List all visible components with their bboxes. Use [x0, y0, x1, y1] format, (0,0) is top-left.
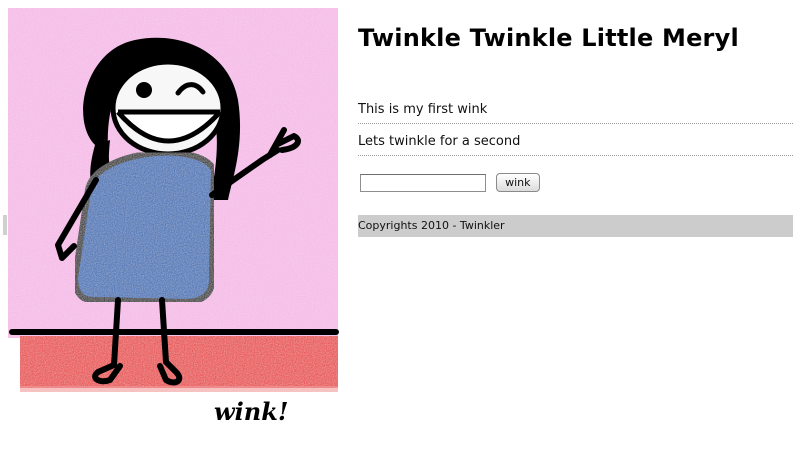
main-content: Twinkle Twinkle Little Meryl This is my … [358, 0, 793, 445]
wink-illustration: wink! [0, 0, 350, 445]
drawing: wink! [8, 8, 339, 426]
wink-list: This is my first wink Lets twinkle for a… [358, 97, 793, 161]
wink-button[interactable]: wink [496, 173, 540, 192]
illustration-caption: wink! [214, 397, 288, 426]
footer: Copyrights 2010 - Twinkler [358, 215, 793, 237]
blue-dress [71, 149, 218, 306]
page-title: Twinkle Twinkle Little Meryl [358, 24, 739, 52]
wink-item: Lets twinkle for a second [358, 129, 793, 156]
open-eye [136, 82, 152, 98]
wink-form: wink [360, 172, 540, 192]
wink-input[interactable] [360, 173, 486, 192]
wink-item: This is my first wink [358, 97, 793, 124]
